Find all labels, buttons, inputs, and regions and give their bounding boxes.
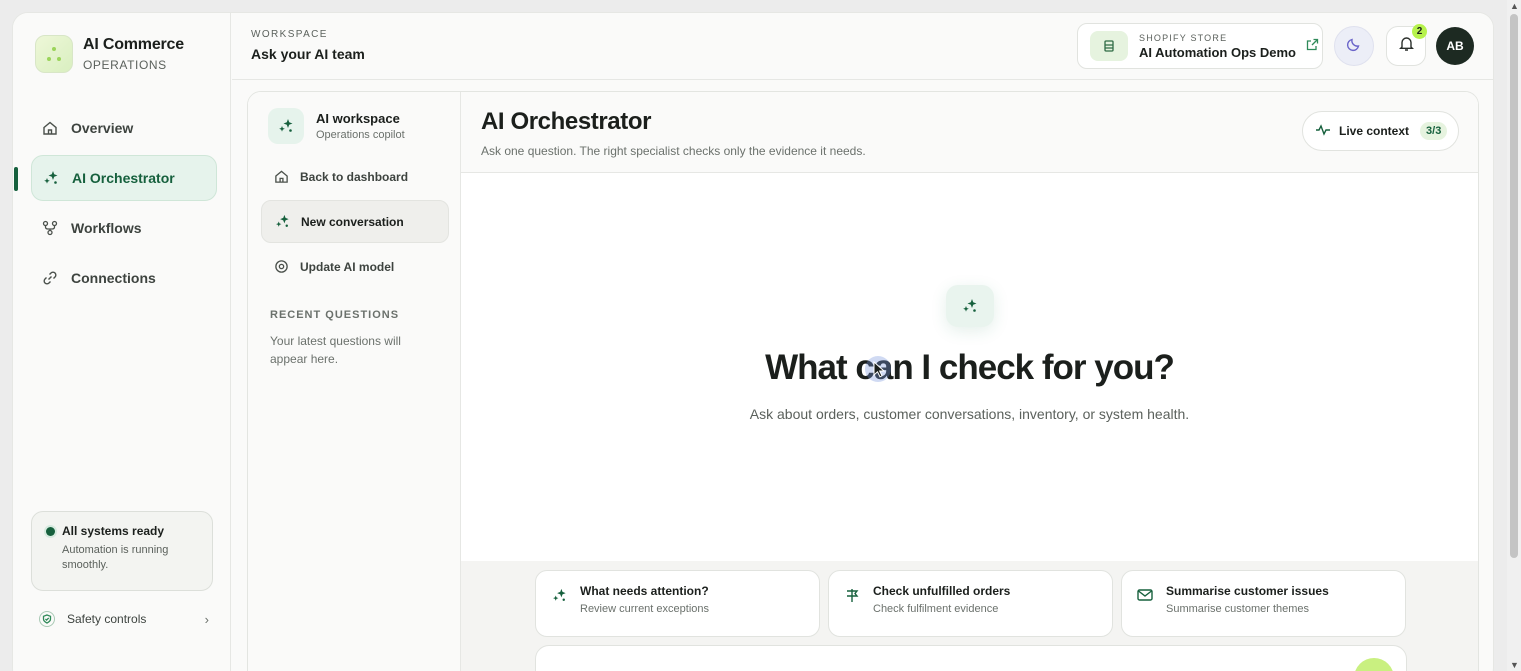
workspace-label: WORKSPACE bbox=[251, 29, 328, 40]
shopify-store-selector[interactable]: SHOPIFY STORE AI Automation Ops Demo bbox=[1077, 23, 1323, 69]
app-window: AI Commerce OPERATIONS Overview AI Orche… bbox=[12, 12, 1494, 671]
scroll-thumb[interactable] bbox=[1510, 14, 1518, 558]
conversation-sidebar: AI workspace Operations copilot Back to … bbox=[248, 92, 461, 671]
suggestion-title: What needs attention? bbox=[580, 584, 709, 598]
sparkles-icon bbox=[268, 108, 304, 144]
send-button[interactable] bbox=[1354, 658, 1394, 671]
brand-title: AI Commerce bbox=[83, 36, 184, 53]
recent-questions-heading: RECENT QUESTIONS bbox=[270, 309, 400, 321]
hero-subtitle: Ask about orders, customer conversations… bbox=[749, 406, 1190, 422]
workspace-title: Ask your AI team bbox=[251, 46, 365, 62]
store-icon bbox=[1090, 31, 1128, 61]
suggestion-card-unfulfilled[interactable]: Check unfulfilled orders Check fulfilmen… bbox=[828, 570, 1113, 637]
main-nav: Overview AI Orchestrator Workflows Conne… bbox=[14, 105, 217, 305]
recent-questions-empty: Your latest questions will appear here. bbox=[270, 334, 401, 366]
menu-label: Back to dashboard bbox=[300, 169, 409, 184]
suggestion-desc: Review current exceptions bbox=[580, 603, 710, 615]
nav-label: AI Orchestrator bbox=[72, 170, 175, 186]
content-panel: AI workspace Operations copilot Back to … bbox=[247, 91, 1479, 671]
brand-subtitle: OPERATIONS bbox=[83, 58, 167, 72]
suggestions-area: What needs attention? Review current exc… bbox=[461, 561, 1478, 671]
nav-label: Workflows bbox=[71, 220, 142, 236]
new-conversation-button[interactable]: New conversation bbox=[261, 200, 449, 243]
signpost-icon bbox=[843, 586, 861, 604]
sparkles-icon bbox=[42, 169, 60, 187]
notification-badge: 2 bbox=[1412, 24, 1427, 39]
system-status-card: All systems ready Automation is running … bbox=[31, 511, 213, 591]
sparkles-icon bbox=[273, 213, 291, 231]
nav-label: Connections bbox=[71, 270, 156, 286]
activity-icon bbox=[1315, 123, 1331, 139]
store-label: SHOPIFY STORE bbox=[1139, 32, 1228, 43]
page-subtitle: Ask one question. The right specialist c… bbox=[481, 144, 866, 158]
ai-workspace-title: AI workspace bbox=[316, 111, 400, 126]
nav-label: Overview bbox=[71, 120, 134, 136]
back-to-dashboard-button[interactable]: Back to dashboard bbox=[261, 155, 449, 198]
external-link-icon[interactable] bbox=[1306, 38, 1319, 54]
link-icon bbox=[41, 269, 59, 287]
brand-logo bbox=[35, 35, 73, 73]
ai-workspace-header: AI workspace Operations copilot bbox=[268, 108, 405, 144]
mail-icon bbox=[1136, 586, 1154, 604]
sidebar: AI Commerce OPERATIONS Overview AI Orche… bbox=[13, 13, 231, 671]
mouse-cursor-icon bbox=[865, 356, 891, 382]
top-bar: WORKSPACE Ask your AI team SHOPIFY STORE… bbox=[232, 13, 1493, 80]
safety-label: Safety controls bbox=[67, 612, 147, 626]
suggestion-desc: Summarise customer themes bbox=[1166, 603, 1310, 615]
scroll-down-icon[interactable]: ▼ bbox=[1510, 660, 1519, 670]
shield-check-icon bbox=[39, 611, 55, 627]
nav-item-connections[interactable]: Connections bbox=[31, 255, 217, 301]
suggestion-card-attention[interactable]: What needs attention? Review current exc… bbox=[535, 570, 820, 637]
nav-item-workflows[interactable]: Workflows bbox=[31, 205, 217, 251]
orchestrator-main: AI Orchestrator Ask one question. The ri… bbox=[461, 92, 1478, 671]
store-name: AI Automation Ops Demo bbox=[1139, 44, 1296, 60]
moon-icon bbox=[1346, 36, 1362, 57]
bell-icon bbox=[1398, 35, 1415, 57]
home-icon bbox=[41, 119, 59, 137]
settings-icon bbox=[272, 258, 290, 276]
chevron-right-icon: › bbox=[204, 611, 209, 627]
notifications-button[interactable]: 2 bbox=[1386, 24, 1427, 66]
sparkles-icon bbox=[946, 285, 994, 327]
update-ai-model-button[interactable]: Update AI model bbox=[261, 245, 449, 288]
status-dot-icon bbox=[46, 526, 55, 536]
brand[interactable]: AI Commerce OPERATIONS bbox=[35, 35, 184, 73]
conversation-menu: Back to dashboard New conversation Updat… bbox=[261, 155, 449, 290]
sparkles-icon bbox=[550, 586, 568, 604]
page-scrollbar[interactable]: ▲ ▼ bbox=[1507, 0, 1521, 671]
user-avatar[interactable]: AB bbox=[1436, 27, 1474, 65]
ai-workspace-subtitle: Operations copilot bbox=[316, 129, 405, 141]
page-title: AI Orchestrator bbox=[481, 108, 652, 135]
safety-controls-link[interactable]: Safety controls › bbox=[39, 611, 209, 627]
live-context-label: Live context bbox=[1339, 124, 1410, 138]
menu-label: New conversation bbox=[301, 214, 404, 229]
status-description: Automation is running smoothly. bbox=[62, 544, 169, 571]
workflow-icon bbox=[41, 219, 59, 237]
live-context-button[interactable]: Live context 3/3 bbox=[1302, 111, 1459, 151]
status-title: All systems ready bbox=[62, 524, 165, 538]
live-context-count: 3/3 bbox=[1420, 122, 1448, 140]
menu-label: Update AI model bbox=[300, 259, 395, 274]
home-icon bbox=[272, 168, 290, 186]
suggestion-title: Summarise customer issues bbox=[1166, 584, 1329, 598]
suggestion-title: Check unfulfilled orders bbox=[873, 584, 1011, 598]
hero-title: What can I check for you? bbox=[765, 348, 1175, 387]
suggestion-desc: Check fulfilment evidence bbox=[873, 603, 999, 615]
theme-toggle-button[interactable] bbox=[1334, 26, 1374, 66]
scroll-up-icon[interactable]: ▲ bbox=[1510, 1, 1519, 11]
nav-item-overview[interactable]: Overview bbox=[31, 105, 217, 151]
orchestrator-header: AI Orchestrator Ask one question. The ri… bbox=[461, 92, 1478, 173]
suggestion-card-customer-issues[interactable]: Summarise customer issues Summarise cust… bbox=[1121, 570, 1406, 637]
question-input[interactable] bbox=[535, 645, 1407, 671]
nav-item-ai-orchestrator[interactable]: AI Orchestrator bbox=[14, 155, 217, 201]
